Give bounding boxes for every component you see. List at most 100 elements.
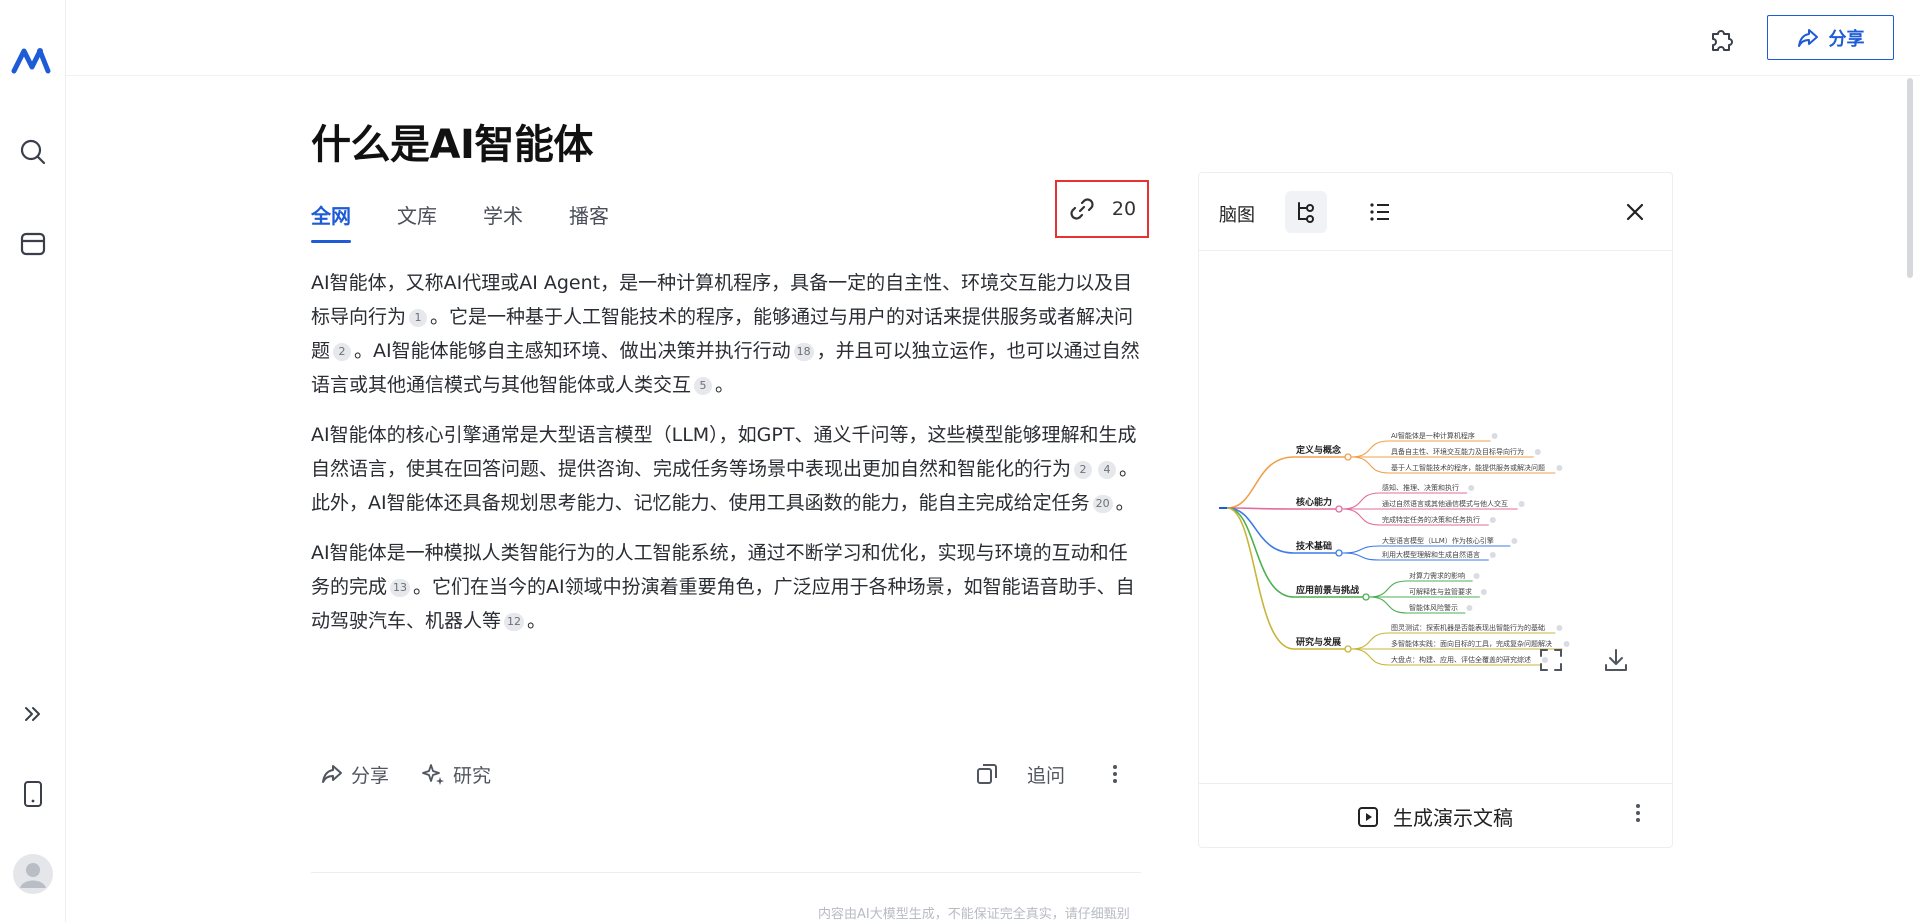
library-icon[interactable] [0,222,66,266]
mindmap-leaf-label: 多智能体实践：面向目标的工具，完成复杂问题解决 [1391,639,1552,648]
mindmap-branch-label: 核心能力 [1296,496,1332,508]
mindmap-leaf-label: 可解释性与监管要求 [1409,587,1472,596]
paragraph-text: AI智能体的核心引擎通常是大型语言模型（LLM），如GPT、通义千问等，这些模型… [311,424,1137,480]
mindmap-leaf-citation-dot [1468,485,1475,491]
tab-web[interactable]: 全网 [311,200,351,243]
left-sidebar [0,0,66,922]
mindmap-panel: 脑图 定义与概念 AI智能体是一种计算机程序具备自主性、环境交互能力及目标导向行为… [1198,172,1673,848]
mindmap-view-button[interactable] [1285,191,1327,233]
mindmap-icon [1298,202,1314,223]
citation-badge[interactable]: 5 [694,377,713,395]
top-bar [66,0,1920,76]
download-icon [1605,649,1627,671]
download-button[interactable] [1599,643,1633,677]
share-answer-button[interactable]: 分享 [321,756,389,792]
list-icon [1370,203,1389,221]
generate-slides-button[interactable]: 生成演示文稿 [1357,802,1513,831]
citation-badge[interactable]: 20 [1092,495,1113,513]
presentation-icon [1358,806,1378,827]
share-icon [1797,28,1818,47]
expand-sidebar-icon[interactable] [0,692,66,736]
answer-actions: 分享 研究 追问 [311,756,1141,792]
mindmap-leaf-label: 大盘点：构建、应用、评估全覆盖的研究综述 [1391,655,1531,664]
citation-badge[interactable]: 2 [333,343,352,361]
more-options-button[interactable] [1111,756,1119,792]
citation-badge[interactable]: 18 [793,343,814,361]
mindmap-leaf-link [1368,580,1408,598]
fullscreen-button[interactable] [1534,643,1568,677]
share-icon [322,765,342,783]
generate-slides-label: 生成演示文稿 [1393,806,1513,830]
mindmap-branch-link [1226,507,1295,650]
research-label: 研究 [453,764,492,787]
mindmap-leaf-label: 智能体风险警示 [1409,603,1458,612]
mindmap-leaf-label: 完成特定任务的决策和任务执行 [1382,515,1480,524]
followup-label: 追问 [1027,764,1066,787]
mindmap-leaf-link [1341,508,1381,526]
source-tabs: 全网 文库 学术 播客 [311,200,609,243]
mindmap-leaf-label: 大型语言模型（LLM）作为核心引擎 [1382,536,1494,545]
paragraph: AI智能体，又称AI代理或AI Agent，是一种计算机程序，具备一定的自主性、… [311,266,1141,402]
citation-badge[interactable]: 12 [504,613,525,631]
share-button-label: 分享 [1828,28,1865,50]
mindmap-branch-node [1362,593,1370,601]
paragraph-text: 。 [1115,492,1135,514]
mindmap-leaf-link [1350,456,1390,474]
mindmap-leaf-link [1341,552,1381,561]
citation-badge[interactable]: 2 [1074,461,1093,479]
mindmap-leaf-label: 具备自主性、环境交互能力及目标导向行为 [1391,447,1524,456]
logo-icon[interactable] [0,38,66,82]
mindmap-leaf-citation-dot [1491,433,1498,439]
followup-button[interactable]: 追问 [1027,756,1065,792]
mindmap-title: 脑图 [1219,205,1255,226]
research-button[interactable]: 研究 [421,756,491,792]
tab-podcast[interactable]: 播客 [569,200,609,243]
mindmap-leaf-link [1350,648,1390,666]
citation-badge[interactable]: 1 [409,309,428,327]
paragraph-text: 。 [527,610,547,632]
plugin-icon[interactable] [1700,20,1744,58]
page-title: 什么是AI智能体 [311,122,593,168]
search-icon[interactable] [0,130,66,174]
scrollbar[interactable] [1905,76,1915,922]
mindmap-leaf-citation-dot [1556,465,1563,471]
mindmap-leaf-citation-dot [1480,589,1487,595]
citation-badge[interactable]: 13 [390,579,411,597]
tab-library[interactable]: 文库 [397,200,437,243]
mindmap-leaf-label: 图灵测试：探索机器是否能表现出智能行为的基础 [1391,623,1545,632]
mindmap-branch-link [1226,456,1295,509]
tab-academic[interactable]: 学术 [483,200,523,243]
mindmap-leaf-citation-dot [1473,573,1480,579]
copy-button[interactable] [975,756,999,792]
citation-badge[interactable]: 4 [1098,461,1117,479]
mindmap-leaf-link [1341,545,1381,554]
mindmap-leaf-citation-dot [1518,501,1525,507]
more-vertical-icon [1113,765,1117,783]
mindmap-diagram: 定义与概念 AI智能体是一种计算机程序具备自主性、环境交互能力及目标导向行为基于人… [1219,431,1570,666]
mindmap-leaf-label: AI智能体是一种计算机程序 [1391,431,1475,440]
outline-view-button[interactable] [1359,191,1401,233]
sparkle-icon [422,764,444,785]
mindmap-header: 脑图 [1199,173,1672,251]
share-button[interactable]: 分享 [1767,15,1894,60]
scrollbar-thumb[interactable] [1907,78,1913,278]
reference-count: 20 [1111,198,1137,220]
mindmap-leaf-label: 通过自然语言或其他通信模式与他人交互 [1382,499,1508,508]
close-panel-button[interactable] [1618,195,1652,229]
mindmap-leaf-link [1350,440,1390,458]
ai-disclaimer: 内容由AI大模型生成，不能保证完全真实，请仔细甄别 [818,907,1130,922]
mindmap-branch-label: 技术基础 [1296,540,1332,552]
mindmap-leaf-label: 对算力需求的影响 [1409,571,1465,580]
close-icon [1626,203,1644,221]
mindmap-branch-label: 定义与概念 [1295,444,1341,456]
mindmap-more-button[interactable] [1634,802,1642,828]
avatar[interactable] [0,852,66,896]
mindmap-leaf-link [1341,492,1381,510]
references-button[interactable]: 20 [1055,180,1149,238]
mindmap-leaf-citation-dot [1466,605,1473,611]
mindmap-canvas[interactable]: 定义与概念 AI智能体是一种计算机程序 具备自主性、环境交互能力及目标导向行为 基于人… [1199,251,1674,711]
mobile-app-icon[interactable] [0,772,66,816]
fullscreen-icon [1540,649,1562,671]
mindmap-leaf-link [1368,596,1408,614]
more-vertical-icon [1636,804,1640,822]
